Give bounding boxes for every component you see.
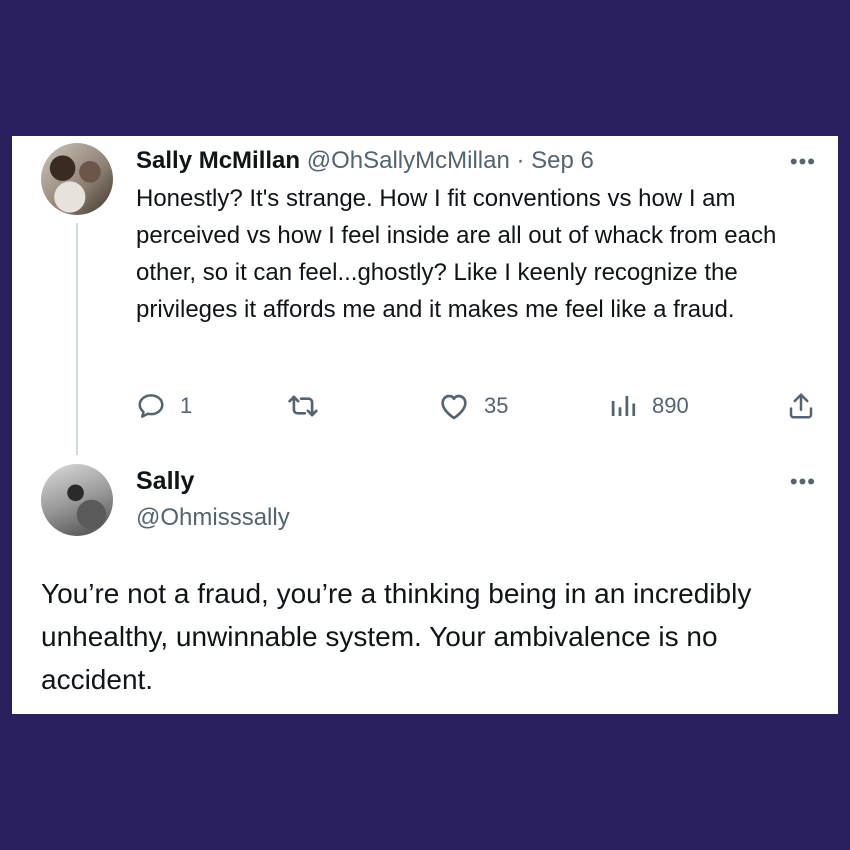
share-icon bbox=[786, 391, 816, 421]
like-count: 35 bbox=[484, 393, 509, 418]
like-button[interactable]: 35 bbox=[438, 388, 508, 424]
thread-connector-line bbox=[76, 223, 78, 455]
retweet-button[interactable] bbox=[286, 388, 334, 424]
avatar[interactable] bbox=[41, 464, 113, 536]
tweet-header: Sally McMillan @OhSallyMcMillan · Sep 6 bbox=[136, 146, 594, 176]
reply-count: 1 bbox=[180, 393, 193, 418]
views-icon bbox=[608, 391, 638, 421]
views-button[interactable]: 890 bbox=[608, 388, 689, 424]
retweet-icon bbox=[286, 391, 320, 421]
reply-button[interactable]: 1 bbox=[136, 388, 192, 424]
more-options-icon[interactable]: ••• bbox=[790, 151, 816, 173]
author-name[interactable]: Sally McMillan bbox=[136, 147, 300, 174]
more-options-icon[interactable]: ••• bbox=[790, 471, 816, 493]
avatar[interactable] bbox=[41, 143, 113, 215]
author-handle[interactable]: @OhSallyMcMillan bbox=[307, 147, 510, 174]
tweet-text: Honestly? It's strange. How I fit conven… bbox=[136, 185, 777, 323]
view-count: 890 bbox=[652, 393, 689, 418]
tweet-thread-card: Sally McMillan @OhSallyMcMillan · Sep 6 … bbox=[12, 136, 838, 714]
share-button[interactable] bbox=[786, 388, 816, 424]
separator-dot: · bbox=[516, 147, 525, 174]
tweet-actions: 1 35 890 bbox=[136, 388, 816, 424]
reply-author-handle[interactable]: @Ohmisssally bbox=[136, 503, 290, 533]
reply-author-name[interactable]: Sally bbox=[136, 466, 194, 496]
tweet-date[interactable]: Sep 6 bbox=[531, 147, 594, 174]
reply-icon bbox=[136, 391, 166, 421]
like-icon bbox=[438, 391, 470, 421]
reply-text: You’re not a fraud, you’re a thinking be… bbox=[41, 578, 752, 695]
